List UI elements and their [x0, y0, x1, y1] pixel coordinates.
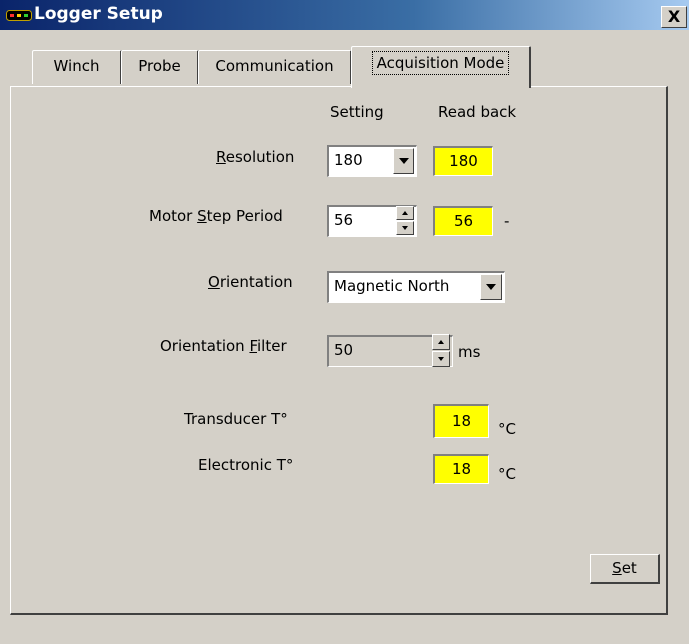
orientation-filter-spin-up[interactable]: [432, 334, 450, 350]
tab-winch[interactable]: Winch: [32, 50, 122, 84]
chevron-down-icon: [398, 158, 409, 164]
orientation-filter-label: Orientation Filter: [160, 337, 287, 355]
orientation-filter-spin-down[interactable]: [432, 351, 450, 367]
tab-probe[interactable]: Probe: [121, 50, 199, 84]
resolution-readback: 180: [433, 146, 493, 176]
window-title: Logger Setup: [34, 4, 163, 24]
orientation-filter-value: 50: [334, 341, 354, 359]
tab-acquisition-mode[interactable]: Acquisition Mode: [351, 46, 531, 88]
resolution-dropdown-button[interactable]: [393, 148, 414, 174]
orientation-filter-unit: ms: [458, 343, 481, 361]
tab-communication[interactable]: Communication: [198, 50, 352, 84]
electronic-temp-readback: 18: [433, 454, 489, 484]
arrow-down-icon: [402, 226, 408, 230]
chevron-down-icon: [486, 284, 496, 290]
motor-step-spin-up[interactable]: [396, 206, 414, 220]
electronic-temp-unit: °C: [498, 465, 516, 483]
setting-header: Setting: [330, 103, 384, 121]
transducer-temp-unit: °C: [498, 420, 516, 438]
arrow-down-icon: [438, 357, 444, 361]
motor-step-period-value: 56: [334, 211, 354, 229]
arrow-up-icon: [438, 340, 444, 344]
motor-step-period-label: Motor Step Period: [149, 207, 283, 225]
orientation-select[interactable]: Magnetic North: [327, 271, 505, 303]
resolution-value: 180: [334, 151, 363, 169]
motor-step-spin-down[interactable]: [396, 221, 414, 235]
motor-step-period-readback: 56: [433, 206, 493, 236]
orientation-dropdown-button[interactable]: [480, 274, 502, 300]
resolution-label: Resolution: [216, 148, 295, 166]
tab-label: Acquisition Mode: [371, 51, 510, 75]
orientation-value: Magnetic North: [334, 277, 450, 295]
tab-label: Communication: [215, 57, 334, 75]
tab-label: Winch: [53, 57, 100, 75]
set-button[interactable]: Set: [590, 554, 660, 584]
logger-app-icon: [6, 10, 32, 21]
motor-step-period-unit: -: [504, 212, 510, 230]
tab-label: Probe: [138, 57, 181, 75]
transducer-temp-readback: 18: [433, 404, 489, 438]
readback-header: Read back: [438, 103, 517, 121]
transducer-temp-label: Transducer T°: [184, 410, 288, 428]
orientation-label: Orientation: [208, 273, 293, 291]
electronic-temp-label: Electronic T°: [198, 456, 294, 474]
close-button[interactable]: X: [661, 6, 687, 28]
arrow-up-icon: [402, 211, 408, 215]
